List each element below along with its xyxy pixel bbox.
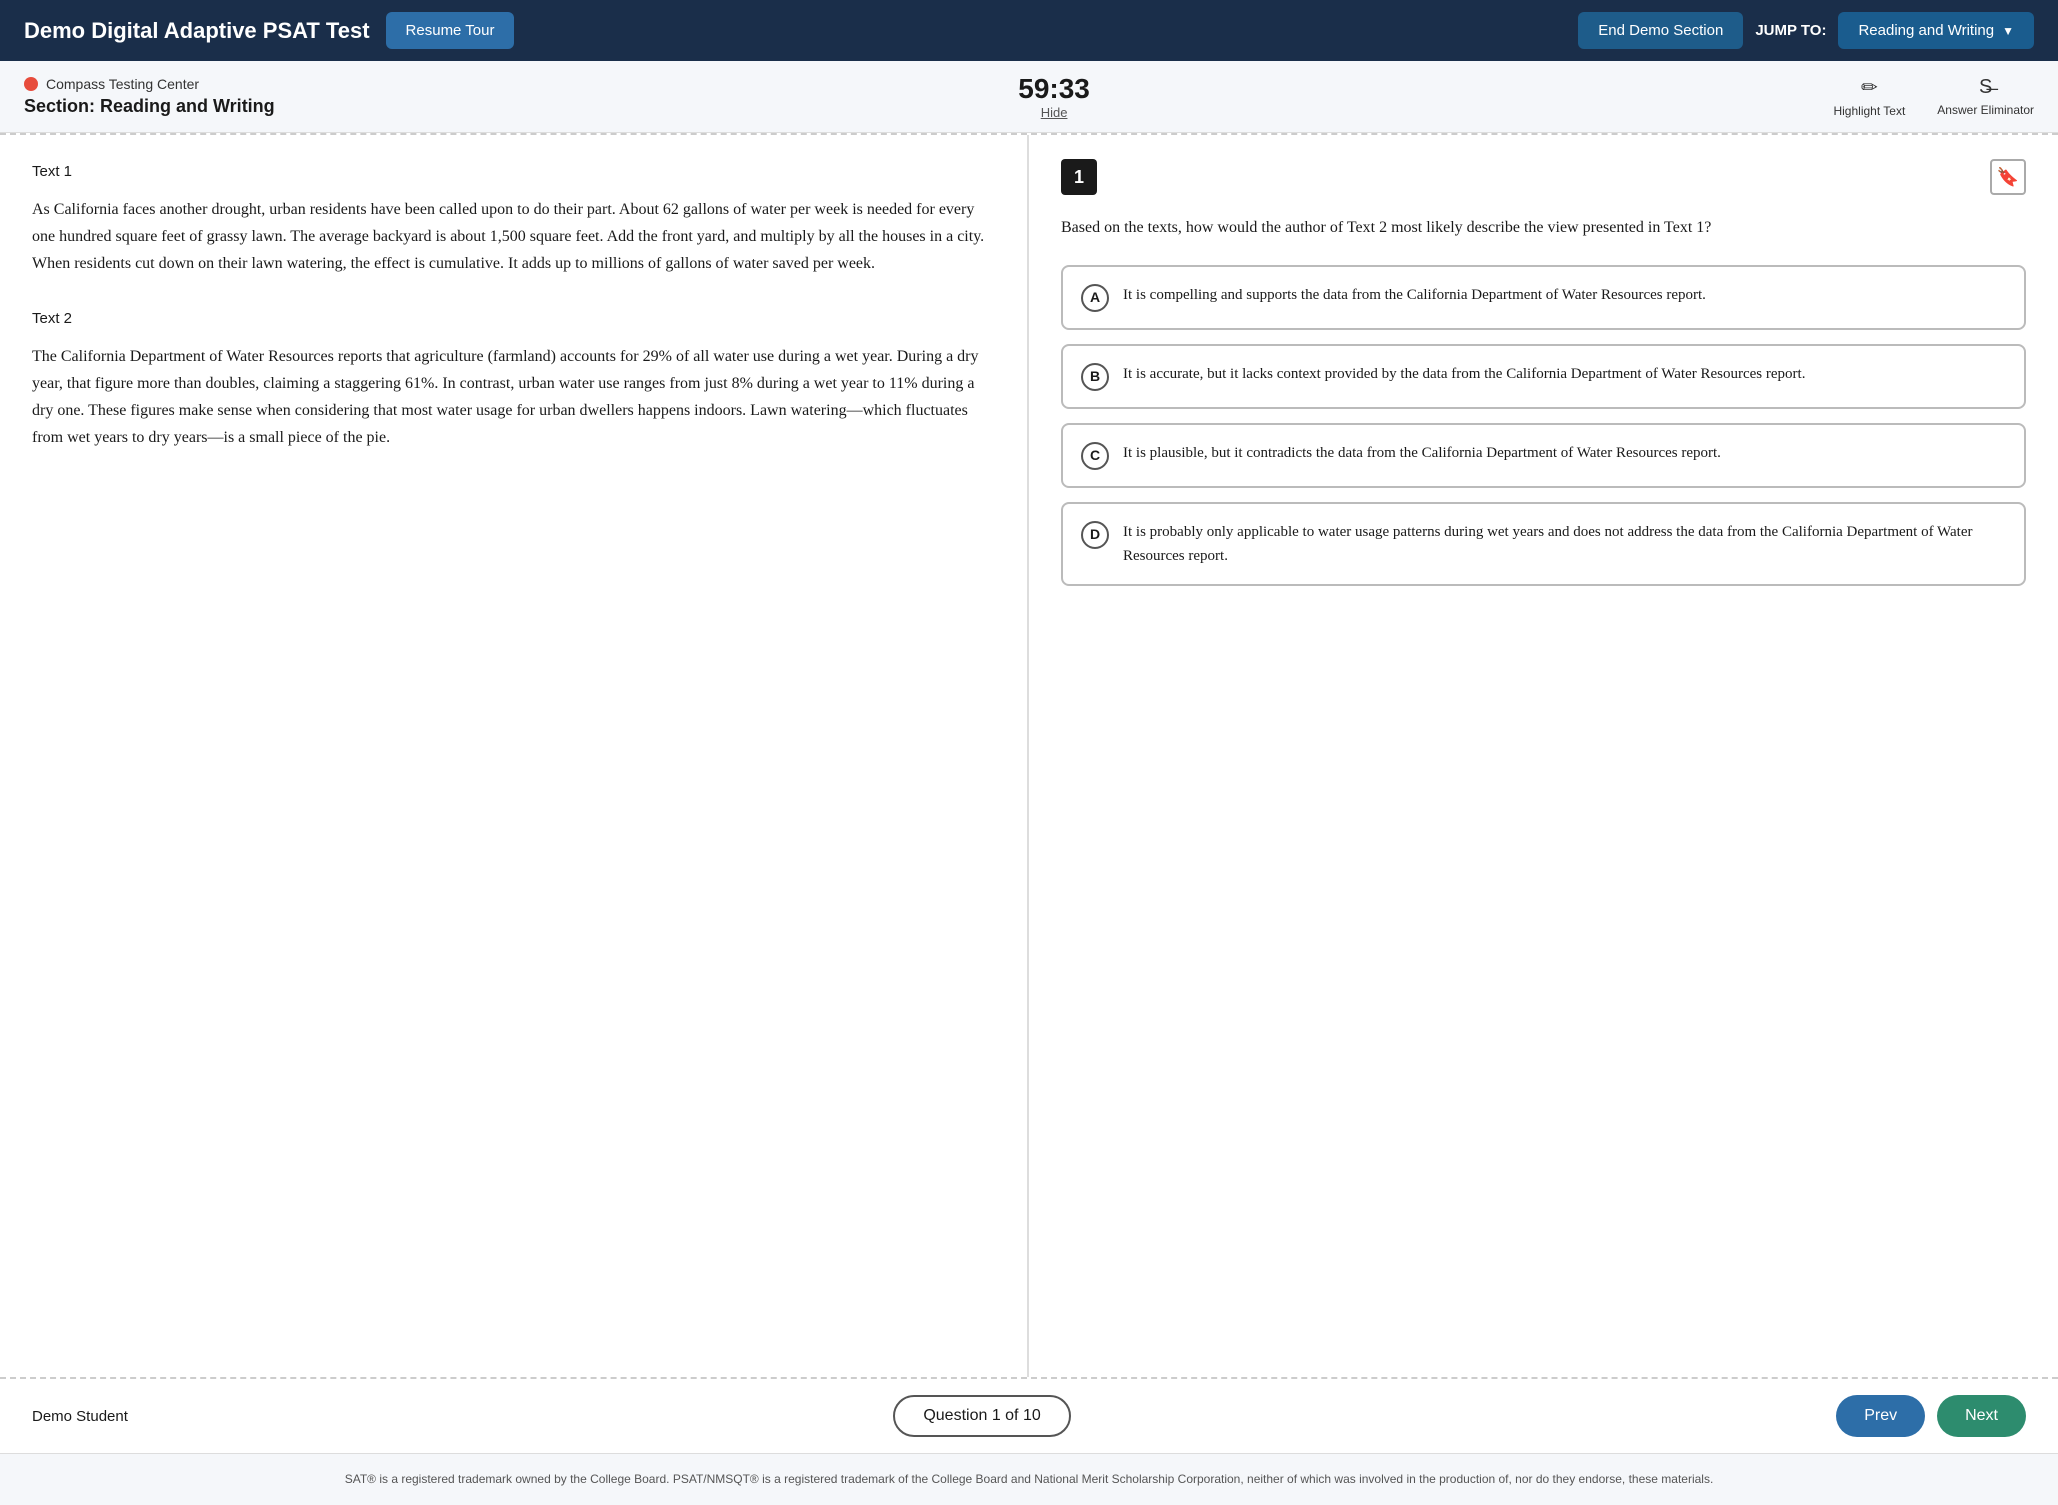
question-panel: 1 🔖 Based on the texts, how would the au…	[1029, 135, 2058, 1377]
resume-tour-button[interactable]: Resume Tour	[386, 12, 515, 49]
org-label: Compass Testing Center	[24, 76, 275, 92]
top-navigation: Demo Digital Adaptive PSAT Test Resume T…	[0, 0, 2058, 61]
answer-choice-b[interactable]: B It is accurate, but it lacks context p…	[1061, 344, 2026, 409]
question-number-badge: 1	[1061, 159, 1097, 195]
section-header: Compass Testing Center Section: Reading …	[0, 61, 2058, 133]
end-demo-button[interactable]: End Demo Section	[1578, 12, 1743, 49]
question-header: 1 🔖	[1061, 159, 2026, 195]
text1-body: As California faces another drought, urb…	[32, 196, 995, 278]
hide-timer-button[interactable]: Hide	[1018, 105, 1090, 120]
main-content: Text 1 As California faces another droug…	[0, 135, 2058, 1377]
answer-choices: A It is compelling and supports the data…	[1061, 265, 2026, 586]
question-text: Based on the texts, how would the author…	[1061, 215, 2026, 241]
footer-nav-buttons: Prev Next	[1836, 1395, 2026, 1437]
pencil-icon: ✏	[1861, 75, 1878, 100]
strikethrough-icon: S̶	[1979, 76, 1992, 99]
prev-button[interactable]: Prev	[1836, 1395, 1925, 1437]
section-title: Section: Reading and Writing	[24, 96, 275, 117]
highlight-text-button[interactable]: ✏ Highlight Text	[1833, 75, 1905, 118]
answer-eliminator-label: Answer Eliminator	[1937, 103, 2034, 117]
next-button[interactable]: Next	[1937, 1395, 2026, 1437]
answer-choice-a[interactable]: A It is compelling and supports the data…	[1061, 265, 2026, 330]
timer-value: 59:33	[1018, 73, 1090, 105]
choice-text-a: It is compelling and supports the data f…	[1123, 283, 1706, 307]
timer-area: 59:33 Hide	[1018, 73, 1090, 120]
org-name: Compass Testing Center	[46, 76, 199, 92]
choice-letter-c: C	[1081, 442, 1109, 470]
bookmark-button[interactable]: 🔖	[1990, 159, 2026, 195]
choice-letter-b: B	[1081, 363, 1109, 391]
text2-label: Text 2	[32, 310, 995, 327]
section-info: Compass Testing Center Section: Reading …	[24, 76, 275, 117]
top-nav-left: Demo Digital Adaptive PSAT Test Resume T…	[24, 12, 514, 49]
choice-text-c: It is plausible, but it contradicts the …	[1123, 441, 1721, 465]
answer-eliminator-button[interactable]: S̶ Answer Eliminator	[1937, 76, 2034, 117]
legal-text: SAT® is a registered trademark owned by …	[345, 1472, 1714, 1486]
text2-body: The California Department of Water Resou…	[32, 343, 995, 452]
choice-letter-a: A	[1081, 284, 1109, 312]
jump-to-button[interactable]: Reading and Writing ▼	[1838, 12, 2034, 49]
org-dot-icon	[24, 77, 38, 91]
top-nav-right: End Demo Section JUMP TO: Reading and Wr…	[1578, 12, 2034, 49]
choice-text-d: It is probably only applicable to water …	[1123, 520, 2006, 568]
jump-to-option-label: Reading and Writing	[1858, 22, 1994, 39]
app-title: Demo Digital Adaptive PSAT Test	[24, 18, 370, 44]
passage-panel: Text 1 As California faces another droug…	[0, 135, 1029, 1377]
answer-choice-d[interactable]: D It is probably only applicable to wate…	[1061, 502, 2026, 586]
text1-label: Text 1	[32, 163, 995, 180]
student-name: Demo Student	[32, 1408, 128, 1425]
jump-to-label: JUMP TO:	[1755, 22, 1826, 39]
chevron-down-icon: ▼	[2002, 24, 2014, 38]
choice-text-b: It is accurate, but it lacks context pro…	[1123, 362, 1805, 386]
toolbar-right: ✏ Highlight Text S̶ Answer Eliminator	[1833, 75, 2034, 118]
highlight-text-label: Highlight Text	[1833, 104, 1905, 118]
legal-footer: SAT® is a registered trademark owned by …	[0, 1453, 2058, 1505]
choice-letter-d: D	[1081, 521, 1109, 549]
question-counter-badge: Question 1 of 10	[893, 1395, 1070, 1437]
bookmark-icon: 🔖	[1997, 167, 2019, 188]
answer-choice-c[interactable]: C It is plausible, but it contradicts th…	[1061, 423, 2026, 488]
